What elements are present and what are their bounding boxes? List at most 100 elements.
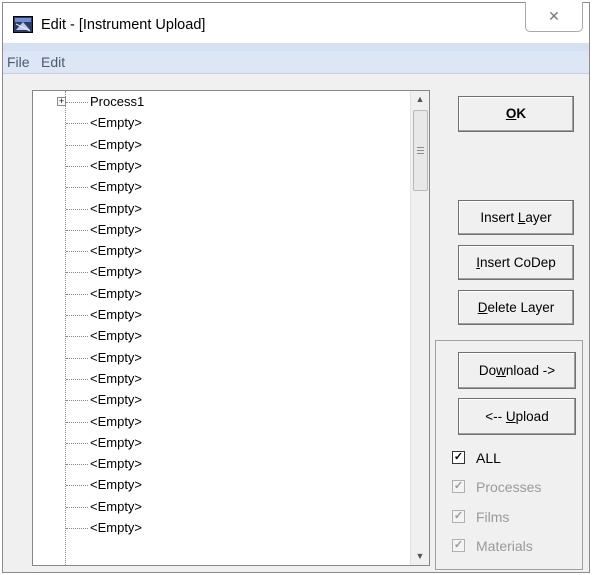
- close-icon: ✕: [548, 8, 560, 24]
- tree-item-empty[interactable]: <Empty>: [33, 390, 411, 411]
- tree-item-label: <Empty>: [90, 307, 143, 322]
- tree-item-empty[interactable]: <Empty>: [33, 262, 411, 283]
- tree-item-label: <Empty>: [90, 136, 143, 152]
- tree-connector: [66, 208, 88, 210]
- tree-item-label: <Empty>: [90, 285, 143, 301]
- tree-item-empty[interactable]: <Empty>: [33, 412, 411, 433]
- delete-layer-label-accel: D: [477, 300, 488, 315]
- checkbox-materials: ✓ Materials: [452, 536, 582, 556]
- tree-item-empty[interactable]: <Empty>: [33, 305, 411, 326]
- tree-connector: [66, 378, 88, 380]
- upload-label-post: pload: [515, 409, 549, 424]
- tree-item-label: <Empty>: [90, 456, 143, 472]
- checkbox-all-label: ALL: [476, 450, 501, 466]
- tree-connector: [66, 315, 88, 316]
- grip-line: [417, 147, 424, 148]
- tree-item-empty[interactable]: <Empty>: [33, 369, 411, 390]
- scroll-down-arrow-icon[interactable]: ▼: [411, 548, 429, 565]
- close-button[interactable]: ✕: [525, 2, 583, 32]
- tree-connector: [66, 144, 88, 146]
- tree-connector: [66, 336, 88, 338]
- download-label-post: nload ->: [505, 363, 556, 378]
- tree-item-empty[interactable]: <Empty>: [33, 113, 411, 134]
- tree-item-empty[interactable]: <Empty>: [33, 348, 411, 369]
- tree-connector: [66, 506, 88, 508]
- tree-item-process1[interactable]: + Process1: [33, 92, 411, 113]
- checkbox-materials-box: ✓: [452, 539, 465, 552]
- tree-item-empty[interactable]: <Empty>: [33, 518, 411, 539]
- tree-item-label: <Empty>: [90, 477, 143, 493]
- tree-item-label: <Empty>: [90, 115, 143, 131]
- menu-file[interactable]: File: [7, 54, 30, 70]
- tree-connector: [66, 464, 88, 466]
- tree-item-label: <Empty>: [90, 264, 143, 280]
- tree-item-label: <Empty>: [90, 243, 143, 259]
- tree-connector: [66, 123, 88, 125]
- tree-item-label: <Empty>: [90, 179, 143, 195]
- client-area: + Process1 <Empty> <Empty> <Empty> <Empty> <…: [3, 74, 589, 572]
- tree-item-empty[interactable]: <Empty>: [33, 220, 411, 241]
- insert-codep-label-post: nsert CoDep: [479, 255, 556, 270]
- tree-item-label: Process1: [90, 94, 145, 109]
- tree-connector: [66, 293, 88, 295]
- window-title: Edit - [Instrument Upload]: [41, 17, 206, 33]
- ok-button[interactable]: OK: [458, 96, 574, 132]
- delete-layer-label-post: elete Layer: [487, 300, 555, 315]
- upload-button[interactable]: <-- Upload: [458, 398, 576, 435]
- tree-item-empty[interactable]: <Empty>: [33, 135, 411, 156]
- tree-connector: [66, 251, 88, 253]
- checkbox-all-box[interactable]: ✓: [452, 451, 465, 464]
- tree-item-empty[interactable]: <Empty>: [33, 475, 411, 496]
- download-button[interactable]: Download ->: [458, 352, 576, 389]
- menu-bar: File Edit: [3, 51, 589, 74]
- tree-item-empty[interactable]: <Empty>: [33, 497, 411, 518]
- ok-label-accel: O: [505, 106, 517, 121]
- delete-layer-button[interactable]: Delete Layer: [458, 290, 574, 325]
- tree-item-label: <Empty>: [90, 498, 143, 514]
- tree-item-empty[interactable]: <Empty>: [33, 241, 411, 262]
- tree-item-empty[interactable]: <Empty>: [33, 199, 411, 220]
- tree-connector: [66, 102, 88, 103]
- layer-tree[interactable]: + Process1 <Empty> <Empty> <Empty> <Empty> <…: [32, 90, 430, 566]
- tree-connector: [66, 485, 88, 487]
- scroll-thumb[interactable]: [413, 110, 428, 191]
- tree-connector: [66, 272, 88, 274]
- tree-connector: [66, 421, 88, 423]
- download-label-pre: Do: [478, 363, 497, 378]
- download-label-accel: w: [496, 363, 506, 378]
- tree-item-label: <Empty>: [90, 328, 143, 344]
- transfer-group: Download -> <-- Upload ✓ ALL ✓ Processes…: [435, 340, 583, 570]
- tree-connector: [66, 528, 88, 529]
- checkbox-all[interactable]: ✓ ALL: [452, 448, 582, 468]
- tree-item-label: <Empty>: [90, 221, 143, 237]
- tree-item-empty[interactable]: <Empty>: [33, 156, 411, 177]
- tree-item-empty[interactable]: <Empty>: [33, 326, 411, 347]
- tree-item-empty[interactable]: <Empty>: [33, 454, 411, 475]
- expand-icon[interactable]: +: [57, 97, 66, 106]
- checkbox-processes-label: Processes: [476, 479, 542, 495]
- tree-item-empty[interactable]: <Empty>: [33, 284, 411, 305]
- tree-connector: [66, 165, 88, 167]
- insert-layer-button[interactable]: Insert Layer: [458, 200, 574, 235]
- edit-window: Edit - [Instrument Upload] ✕ File Edit +…: [2, 2, 590, 573]
- tree-item-empty[interactable]: <Empty>: [33, 433, 411, 454]
- tree-scrollbar[interactable]: ▲ ▼: [410, 91, 429, 565]
- scroll-up-arrow-icon[interactable]: ▲: [411, 91, 429, 108]
- tree-item-label: <Empty>: [90, 413, 143, 429]
- insert-codep-button[interactable]: Insert CoDep: [458, 245, 574, 280]
- tree-connector: [66, 229, 88, 231]
- upload-label-accel: U: [505, 409, 516, 424]
- insert-layer-label-pre: Insert: [480, 210, 518, 225]
- checkbox-processes: ✓ Processes: [452, 477, 582, 497]
- tree-item-label: <Empty>: [90, 349, 143, 365]
- title-bar[interactable]: Edit - [Instrument Upload] ✕: [3, 2, 589, 43]
- checkbox-films-label: Films: [476, 509, 510, 525]
- ok-label-post: K: [516, 106, 527, 121]
- tree-item-label: <Empty>: [90, 370, 143, 386]
- app-icon: [13, 16, 33, 33]
- grip-line: [417, 150, 424, 151]
- tree-item-empty[interactable]: <Empty>: [33, 177, 411, 198]
- tree-item-label: <Empty>: [90, 200, 143, 216]
- menu-edit[interactable]: Edit: [41, 54, 65, 70]
- grip-line: [417, 153, 424, 154]
